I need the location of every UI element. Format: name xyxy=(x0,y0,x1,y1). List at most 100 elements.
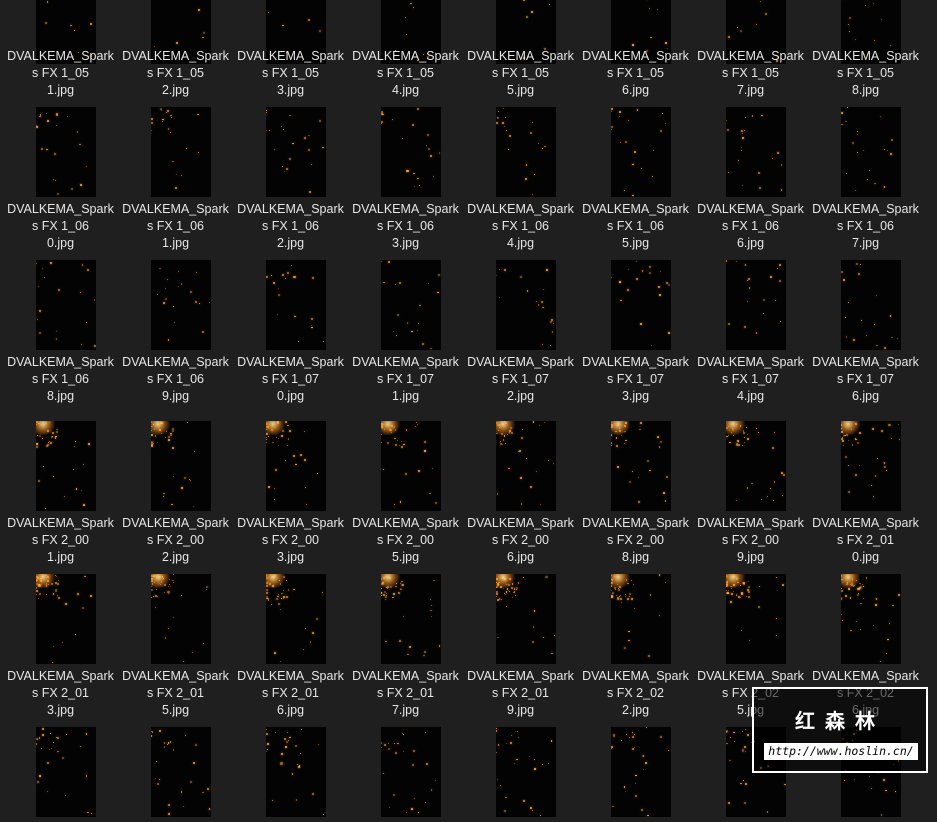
image-thumbnail[interactable] xyxy=(611,260,671,350)
spark-particle xyxy=(193,451,195,453)
image-thumbnail[interactable] xyxy=(36,260,96,350)
spark-particle xyxy=(628,737,630,739)
spark-particle xyxy=(781,494,783,496)
file-name-line: s FX 1_07 xyxy=(492,372,549,386)
spark-particle xyxy=(316,473,318,474)
image-thumbnail[interactable] xyxy=(841,260,901,350)
image-thumbnail[interactable] xyxy=(266,260,326,350)
spark-particle xyxy=(284,746,287,749)
spark-particle xyxy=(862,150,864,152)
image-thumbnail[interactable] xyxy=(266,421,326,511)
spark-particle xyxy=(55,430,58,433)
spark-particle xyxy=(726,119,727,121)
spark-particle xyxy=(780,164,783,166)
image-thumbnail[interactable] xyxy=(726,260,786,350)
spark-particle xyxy=(37,479,40,482)
spark-particle xyxy=(286,596,288,598)
spark-particle xyxy=(743,441,745,443)
spark-particle xyxy=(751,482,753,485)
image-thumbnail[interactable] xyxy=(611,574,671,664)
image-thumbnail[interactable] xyxy=(36,421,96,511)
spark-particle xyxy=(630,597,633,600)
image-thumbnail[interactable] xyxy=(151,574,211,664)
image-thumbnail[interactable] xyxy=(496,421,556,511)
spark-particle xyxy=(205,588,207,590)
image-thumbnail[interactable] xyxy=(726,421,786,511)
spark-particle xyxy=(45,593,47,595)
file-name-line: s FX 1_05 xyxy=(837,66,894,80)
spark-particle xyxy=(385,594,387,596)
image-thumbnail[interactable] xyxy=(496,574,556,664)
image-thumbnail[interactable] xyxy=(496,107,556,197)
spark-particle xyxy=(295,799,297,801)
spark-particle xyxy=(507,149,509,151)
spark-particle xyxy=(282,24,284,26)
spark-particle xyxy=(841,598,843,600)
image-thumbnail[interactable] xyxy=(496,260,556,350)
spark-particle xyxy=(544,145,546,148)
image-thumbnail[interactable] xyxy=(151,727,211,817)
spark-particle xyxy=(848,588,850,590)
spark-particle xyxy=(531,641,534,644)
image-thumbnail[interactable] xyxy=(36,574,96,664)
spark-particle xyxy=(276,437,278,438)
file-name-line: 4.jpg xyxy=(506,236,535,250)
image-thumbnail[interactable] xyxy=(611,421,671,511)
spark-particle xyxy=(282,598,284,600)
spark-particle xyxy=(50,747,53,749)
image-thumbnail[interactable] xyxy=(266,107,326,197)
spark-particle xyxy=(743,325,746,328)
spark-particle xyxy=(298,765,301,767)
image-thumbnail[interactable] xyxy=(726,574,786,664)
file-name-line: 1.jpg xyxy=(46,550,75,564)
image-thumbnail[interactable] xyxy=(381,421,441,511)
spark-particle xyxy=(406,322,409,324)
spark-particle xyxy=(416,423,418,425)
spark-particle xyxy=(415,425,417,427)
image-thumbnail[interactable] xyxy=(496,727,556,817)
image-thumbnail[interactable] xyxy=(381,260,441,350)
file-name-line: 3.jpg xyxy=(46,703,75,717)
image-thumbnail[interactable] xyxy=(726,107,786,197)
spark-particle xyxy=(499,443,502,445)
image-thumbnail[interactable] xyxy=(151,260,211,350)
spark-particle xyxy=(281,434,284,438)
image-thumbnail[interactable] xyxy=(36,727,96,817)
image-thumbnail[interactable] xyxy=(841,421,901,511)
image-thumbnail[interactable] xyxy=(381,574,441,664)
image-thumbnail[interactable] xyxy=(266,574,326,664)
image-thumbnail[interactable] xyxy=(151,421,211,511)
spark-particle xyxy=(36,743,38,745)
file-name-line: DVALKEMA_Spark xyxy=(122,669,229,683)
image-thumbnail[interactable] xyxy=(381,727,441,817)
spark-particle xyxy=(151,444,154,447)
spark-particle xyxy=(497,637,499,639)
spark-particle xyxy=(738,159,739,161)
spark-particle xyxy=(513,763,515,764)
image-thumbnail[interactable] xyxy=(841,574,901,664)
spark-particle xyxy=(308,190,311,193)
spark-particle xyxy=(151,130,152,131)
image-thumbnail[interactable] xyxy=(611,727,671,817)
spark-particle xyxy=(892,604,894,607)
image-thumbnail[interactable] xyxy=(266,727,326,817)
image-thumbnail[interactable] xyxy=(841,107,901,197)
image-thumbnail[interactable] xyxy=(151,107,211,197)
spark-particle xyxy=(663,492,665,494)
spark-particle xyxy=(740,149,742,151)
spark-particle xyxy=(46,445,48,448)
spark-particle xyxy=(543,288,545,290)
spark-particle xyxy=(49,748,51,750)
spark-particle xyxy=(616,595,618,597)
spark-particle xyxy=(172,427,175,430)
file-name-line: DVALKEMA_Spark xyxy=(467,669,574,683)
spark-particle xyxy=(841,437,843,440)
spark-particle xyxy=(766,811,769,813)
watermark-url: http://www.hoslin.cn/ xyxy=(764,743,918,760)
image-thumbnail[interactable] xyxy=(36,107,96,197)
image-thumbnail[interactable] xyxy=(611,107,671,197)
spark-particle xyxy=(512,591,514,593)
spark-particle xyxy=(615,436,618,439)
spark-particle xyxy=(727,323,730,326)
image-thumbnail[interactable] xyxy=(381,107,441,197)
